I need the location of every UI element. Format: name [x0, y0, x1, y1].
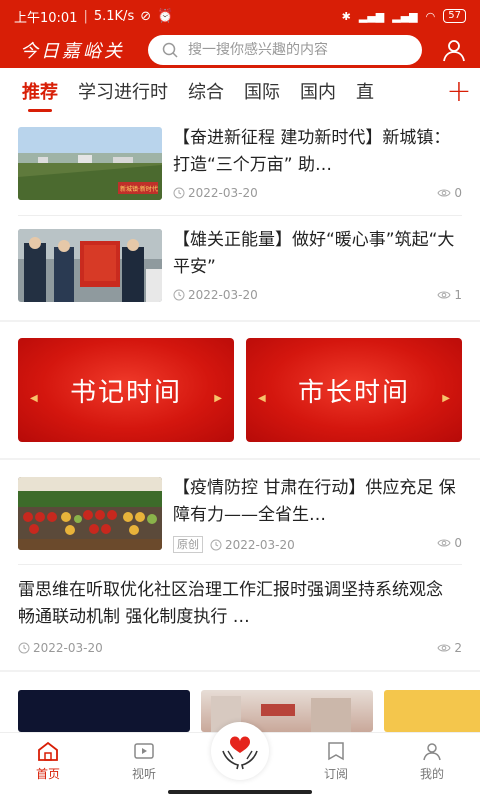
news-views: 2 — [437, 641, 462, 655]
tab-general[interactable]: 综合 — [188, 78, 224, 104]
news-item[interactable]: 【雄关正能量】做好“暖心事”筑起“大平安” 2022-03-20 1 — [18, 229, 462, 319]
news-views: 0 — [437, 186, 462, 200]
banner-label: 书记时间 — [69, 377, 182, 408]
arrow-right-icon: ▶ — [442, 393, 450, 404]
status-bar: 上午10:01 | 5.1K/s ⊘ ⏰ ✱ ▂▄▆ ▂▄▆ ◠ 57 — [0, 0, 480, 32]
banner-card: ◀ 书记时间 ▶ ◀ 市长时间 ▶ — [0, 322, 480, 458]
tab-domestic[interactable]: 国内 — [300, 78, 336, 104]
news-card-2: 【疫情防控 甘肃在行动】供应充足 保障有力——全省生… 原创 2022-03-2… — [0, 460, 480, 670]
battery-icon: 57 — [443, 9, 466, 23]
news-date: 2022-03-20 — [188, 288, 258, 302]
news-date: 2022-03-20 — [188, 186, 258, 200]
news-meta: 2022-03-20 — [173, 186, 258, 200]
status-time: 上午10:01 — [14, 10, 78, 26]
news-title: 【奋进新征程 建功新时代】新城镇：打造“三个万亩” 助… — [173, 128, 451, 175]
clock-icon — [210, 539, 222, 550]
news-date: 2022-03-20 — [225, 537, 295, 552]
eye-icon — [437, 539, 451, 547]
nav-mine[interactable]: 我的 — [384, 733, 480, 800]
news-card-1: 新城镇·新时代 【奋进新征程 建功新时代】新城镇：打造“三个万亩” 助… 202… — [0, 114, 480, 320]
news-item[interactable]: 【疫情防控 甘肃在行动】供应充足 保障有力——全省生… 原创 2022-03-2… — [18, 477, 462, 567]
news-views: 0 — [437, 536, 462, 550]
alarm-icon: ⏰ — [157, 8, 174, 24]
news-date: 2022-03-20 — [33, 641, 103, 655]
news-title: 【疫情防控 甘肃在行动】供应充足 保障有力——全省生… — [173, 478, 456, 525]
secretary-time-banner[interactable]: ◀ 书记时间 ▶ — [18, 338, 234, 442]
news-thumbnail: 新城镇·新时代 — [18, 127, 162, 200]
clock-icon — [173, 289, 185, 301]
video-icon — [134, 743, 154, 759]
tab-international[interactable]: 国际 — [244, 78, 280, 104]
news-thumbnail — [18, 229, 162, 302]
search-input[interactable] — [188, 42, 408, 58]
banner-label: 市长时间 — [297, 377, 410, 408]
category-tabs: 推荐 学习进行时 综合 国际 国内 直 + — [0, 68, 480, 114]
news-view-count: 1 — [454, 288, 462, 302]
arrow-right-icon: ▶ — [214, 393, 222, 404]
news-meta: 原创 2022-03-20 — [173, 536, 295, 553]
status-net-speed: 5.1K/s — [93, 8, 135, 24]
news-views: 1 — [437, 288, 462, 302]
eye-icon — [437, 189, 451, 197]
tab-study[interactable]: 学习进行时 — [78, 78, 168, 104]
search-icon — [162, 42, 178, 58]
home-icon — [38, 741, 58, 761]
tab-live[interactable]: 直 — [356, 78, 374, 104]
carousel-image[interactable] — [18, 690, 190, 732]
eye-icon — [437, 291, 451, 299]
news-meta: 2022-03-20 — [173, 288, 258, 302]
signal-icon: ▂▄▆ — [358, 9, 385, 23]
original-tag: 原创 — [173, 536, 203, 553]
news-view-count: 0 — [454, 536, 462, 550]
user-profile-button[interactable] — [440, 36, 468, 64]
clock-icon — [18, 642, 30, 654]
nav-mine-label: 我的 — [419, 767, 444, 781]
app-logo: 今日嘉峪关 — [20, 41, 125, 62]
mayor-time-banner[interactable]: ◀ 市长时间 ▶ — [246, 338, 462, 442]
alarm-off-icon: ⊘ — [140, 8, 152, 24]
tab-recommend[interactable]: 推荐 — [22, 78, 58, 112]
app-header: 今日嘉峪关 — [0, 32, 480, 68]
news-thumbnail — [18, 477, 162, 550]
eye-icon — [437, 644, 451, 652]
heart-hands-icon — [222, 736, 258, 770]
news-item[interactable]: 新城镇·新时代 【奋进新征程 建功新时代】新城镇：打造“三个万亩” 助… 202… — [18, 127, 462, 217]
bluetooth-icon: ✱ — [341, 9, 351, 23]
search-bar[interactable] — [148, 35, 422, 65]
clock-icon — [173, 187, 185, 199]
user-icon — [443, 40, 465, 62]
add-channel-button[interactable]: + — [438, 68, 480, 114]
profile-icon — [423, 743, 441, 761]
divider — [18, 215, 462, 216]
nav-subscribe-label: 订阅 — [323, 767, 348, 781]
thumb-caption: 新城镇·新时代 — [120, 185, 158, 193]
nav-home[interactable]: 首页 — [0, 733, 96, 800]
news-title: 【雄关正能量】做好“暖心事”筑起“大平安” — [173, 230, 455, 277]
arrow-left-icon: ◀ — [258, 393, 266, 404]
home-indicator — [168, 790, 312, 794]
nav-home-label: 首页 — [35, 767, 60, 781]
news-title-text-only[interactable]: 雷思维在听取优化社区治理工作汇报时强调坚持系统观念 畅通联动机制 强化制度执行 … — [18, 577, 462, 631]
arrow-left-icon: ◀ — [30, 393, 38, 404]
wifi-icon: ◠ — [425, 9, 436, 23]
news-view-count: 2 — [454, 641, 462, 655]
volunteer-center-button[interactable] — [211, 722, 269, 780]
bookmark-icon — [328, 742, 344, 761]
signal2-icon: ▂▄▆ — [392, 9, 418, 23]
news-meta: 2022-03-20 — [18, 641, 103, 655]
carousel-image[interactable] — [384, 690, 480, 732]
divider — [18, 564, 462, 565]
nav-video-label: 视听 — [131, 767, 156, 781]
news-view-count: 0 — [454, 186, 462, 200]
